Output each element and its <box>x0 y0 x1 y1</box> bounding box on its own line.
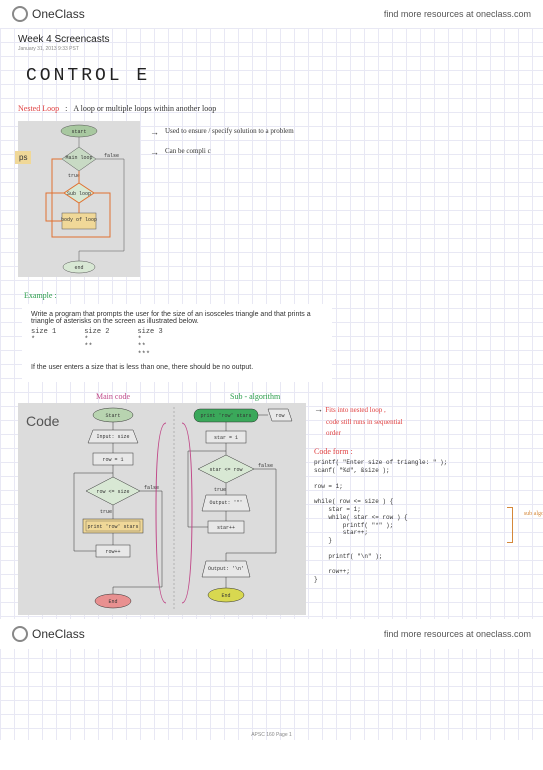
svg-text:row++: row++ <box>105 549 120 555</box>
note-2-text: Can be compli c <box>165 147 211 157</box>
svg-text:row: row <box>275 413 284 419</box>
svg-text:false: false <box>258 463 273 469</box>
nested-definition: A loop or multiple loops within another … <box>73 104 216 113</box>
flowchart-nested: ps start Main loop false true Sub loop b… <box>18 121 140 277</box>
note-1: → Used to ensure / specify solution to a… <box>150 127 294 137</box>
big-flow-svg: Start Input: size row = 1 row <= size fa… <box>18 403 306 615</box>
brand-circle-icon <box>12 6 28 22</box>
example-box: Write a program that prompts the user fo… <box>22 304 332 382</box>
arrow-icon: → <box>150 147 159 157</box>
flow-end: end <box>74 265 83 271</box>
code-lines: printf( "Enter size of triangle: " ); sc… <box>314 459 525 584</box>
flow-cond: Main loop <box>65 155 92 161</box>
fit-1: Fits into nested loop , <box>325 406 385 414</box>
svg-text:false: false <box>144 485 159 491</box>
nested-label: Nested Loop <box>18 104 59 113</box>
flowchart-code: Code Start Input: size row = 1 row <= si… <box>18 403 306 615</box>
brand: OneClass <box>12 6 85 22</box>
svg-text:print 'row' stars: print 'row' stars <box>87 524 138 530</box>
svg-text:row <= size: row <= size <box>96 489 129 495</box>
note-1-text: Used to ensure / specify solution to a p… <box>165 127 294 137</box>
fit-note: → Fits into nested loop , code still run… <box>314 403 525 439</box>
example-sizes: size 1 * size 2 * ** size 3 * ** *** <box>31 329 323 360</box>
svg-text:true: true <box>100 509 112 515</box>
size-1-pattern: * <box>31 336 35 344</box>
brand-name: OneClass <box>32 7 85 21</box>
example-label: Example : <box>24 291 525 300</box>
svg-text:Output: '\n': Output: '\n' <box>208 566 244 572</box>
example-label-text: Example <box>24 291 52 300</box>
fit-3: order <box>326 429 341 437</box>
header-find-more: find more resources at oneclass.com <box>384 9 531 19</box>
svg-text:row = 1: row = 1 <box>102 457 123 463</box>
page-footer-note: APSC 160 Page 1 <box>0 732 543 738</box>
flow-false: false <box>104 153 119 159</box>
header-bar: OneClass find more resources at oneclass… <box>0 0 543 28</box>
content: Week 4 Screencasts January 31, 2013 9:33… <box>0 28 543 619</box>
footer-find-more: find more resources at oneclass.com <box>384 629 531 639</box>
size-col-2: size 2 * ** <box>84 329 109 360</box>
main-heading: CONTROL E <box>26 66 525 86</box>
flowchart-svg: start Main loop false true Sub loop body… <box>18 121 140 277</box>
page-meta: January 31, 2013 9:33 PST <box>18 46 525 52</box>
size-col-3: size 3 * ** *** <box>137 329 162 360</box>
svg-text:Output: '*': Output: '*' <box>209 500 242 506</box>
page-title: Week 4 Screencasts <box>18 34 525 45</box>
flow-sub: Sub loop <box>67 191 91 197</box>
brand-circle-icon <box>12 626 28 642</box>
main-code-label: Main code <box>96 392 130 401</box>
size-col-1: size 1 * <box>31 329 56 360</box>
example-text-1: Write a program that prompts the user fo… <box>31 311 323 325</box>
svg-text:star = 1: star = 1 <box>214 435 238 441</box>
svg-text:Start: Start <box>105 413 120 419</box>
svg-text:star <= row: star <= row <box>209 467 242 473</box>
sub-algo-bracket-label: sub algorithm <box>524 511 543 518</box>
big-flow-row: Code Start Input: size row = 1 row <= si… <box>18 403 525 615</box>
colon: : <box>65 104 67 113</box>
fit-2: code still runs in sequential <box>326 418 403 426</box>
svg-text:print 'row' stars: print 'row' stars <box>200 413 251 419</box>
svg-text:End: End <box>108 599 117 605</box>
nested-notes: → Used to ensure / specify solution to a… <box>150 121 294 157</box>
brand: OneClass <box>12 626 85 642</box>
brand-name: OneClass <box>32 627 85 641</box>
example-text-2: If the user enters a size that is less t… <box>31 364 323 371</box>
svg-text:End: End <box>221 593 230 599</box>
arrow-icon: → <box>314 404 323 414</box>
svg-text:star++: star++ <box>217 525 235 531</box>
size-2-pattern: * ** <box>84 336 92 352</box>
arrow-icon: → <box>150 127 159 137</box>
code-form-title: Code form : <box>314 447 525 456</box>
svg-text:Input: size: Input: size <box>96 434 129 440</box>
svg-text:true: true <box>214 487 226 493</box>
bracket-icon <box>507 507 513 543</box>
sub-algo-label: Sub - algorithm <box>230 392 280 401</box>
flow-true: true <box>68 173 80 179</box>
flow-start: start <box>71 129 86 135</box>
nested-row: ps start Main loop false true Sub loop b… <box>18 121 525 277</box>
code-label: Code <box>26 413 59 429</box>
code-block: printf( "Enter size of triangle: " ); sc… <box>314 459 525 584</box>
note-2: → Can be compli c <box>150 147 294 157</box>
flow-labels: Main code Sub - algorithm <box>96 392 525 401</box>
right-column: → Fits into nested loop , code still run… <box>306 403 525 584</box>
ps-tag: ps <box>15 151 31 164</box>
footer-bar: OneClass find more resources at oneclass… <box>0 619 543 649</box>
flow-inner: body of loop <box>61 217 97 223</box>
nested-loop-def: Nested Loop : A loop or multiple loops w… <box>18 104 525 113</box>
size-3-pattern: * ** *** <box>137 336 150 359</box>
